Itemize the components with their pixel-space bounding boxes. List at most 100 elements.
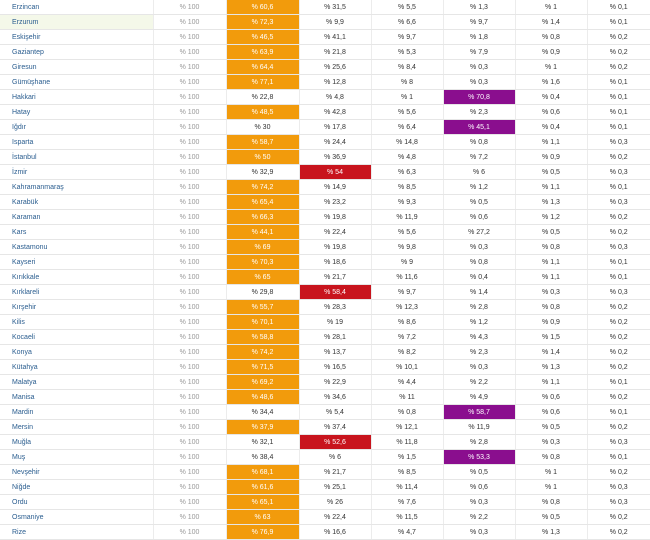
total-percent-cell: % 100 [153,404,227,421]
province-name-cell[interactable]: Kırşehir [0,299,154,316]
total-percent-cell: % 100 [153,464,227,481]
province-name-cell[interactable]: Konya [0,344,154,361]
province-name-cell[interactable]: Malatya [0,374,154,391]
table-row: Manisa% 100% 48,6% 34,6% 11% 4,9% 0,6% 0… [0,389,650,406]
party-4-percent-cell: % 7,9 [443,44,516,61]
party-6-percent-cell: % 0,1 [587,74,650,91]
party-3-percent-cell: % 5,3 [371,44,444,61]
party-6-percent-cell: % 0,1 [587,449,650,466]
province-name-cell[interactable]: Kocaeli [0,329,154,346]
total-percent-cell: % 100 [153,59,227,76]
party-6-percent-cell: % 0,3 [587,284,650,301]
party-3-percent-cell: % 6,4 [371,119,444,136]
party-6-percent-cell: % 0,2 [587,29,650,46]
party-2-percent-cell: % 25,6 [299,59,372,76]
party-3-percent-cell: % 9 [371,254,444,271]
total-percent-cell: % 100 [153,194,227,211]
province-name-cell[interactable]: Nevşehir [0,464,154,481]
province-name-cell[interactable]: Osmaniye [0,509,154,526]
province-name-cell[interactable]: Kastamonu [0,239,154,256]
province-name-cell[interactable]: Isparta [0,134,154,151]
total-percent-cell: % 100 [153,434,227,451]
party-4-percent-cell: % 1,2 [443,314,516,331]
party-4-percent-cell: % 4,3 [443,329,516,346]
party-6-percent-cell: % 0,3 [587,434,650,451]
party-4-percent-cell: % 0,3 [443,359,516,376]
total-percent-cell: % 100 [153,104,227,121]
party-5-percent-cell: % 0,9 [515,149,588,166]
party-2-percent-cell: % 4,8 [299,89,372,106]
province-name-cell[interactable]: Gaziantep [0,44,154,61]
party-3-percent-cell: % 9,8 [371,239,444,256]
party-6-percent-cell: % 0,2 [587,59,650,76]
party-2-percent-cell: % 9,9 [299,14,372,31]
party-5-percent-cell: % 1,2 [515,209,588,226]
party-3-percent-cell: % 9,3 [371,194,444,211]
table-row: Konya% 100% 74,2% 13,7% 8,2% 2,3% 1,4% 0… [0,344,650,361]
party-4-percent-cell: % 0,3 [443,239,516,256]
party-4-percent-cell: % 0,8 [443,134,516,151]
party-2-percent-cell: % 16,6 [299,524,372,540]
province-name-cell[interactable]: Manisa [0,389,154,406]
province-name-cell[interactable]: Erzincan [0,0,154,16]
party-1-percent-cell: % 71,5 [226,359,300,376]
party-1-percent-cell: % 65,4 [226,194,300,211]
table-row: Karabük% 100% 65,4% 23,2% 9,3% 0,5% 1,3%… [0,194,650,211]
party-4-percent-cell: % 2,8 [443,434,516,451]
province-name-cell[interactable]: Muş [0,449,154,466]
province-name-cell[interactable]: Hakkari [0,89,154,106]
total-percent-cell: % 100 [153,344,227,361]
party-6-percent-cell: % 0,3 [587,494,650,511]
party-5-percent-cell: % 0,5 [515,509,588,526]
province-name-cell[interactable]: Kırıkkale [0,269,154,286]
party-3-percent-cell: % 4,4 [371,374,444,391]
party-3-percent-cell: % 11,4 [371,479,444,496]
table-row: Osmaniye% 100% 63% 22,4% 11,5% 2,2% 0,5%… [0,509,650,526]
party-1-percent-cell: % 29,8 [226,284,300,301]
total-percent-cell: % 100 [153,524,227,540]
total-percent-cell: % 100 [153,89,227,106]
table-row: Mardin% 100% 34,4% 5,4% 0,8% 58,7% 0,6% … [0,404,650,421]
province-name-cell[interactable]: Kahramanmaraş [0,179,154,196]
party-2-percent-cell: % 23,2 [299,194,372,211]
province-name-cell[interactable]: Niğde [0,479,154,496]
party-2-percent-cell: % 24,4 [299,134,372,151]
province-name-cell[interactable]: Kars [0,224,154,241]
party-4-percent-cell: % 45,1 [443,119,516,136]
party-2-percent-cell: % 12,8 [299,74,372,91]
table-row: Hatay% 100% 48,5% 42,8% 5,6% 2,3% 0,6% 0… [0,104,650,121]
province-name-cell[interactable]: Rize [0,524,154,540]
total-percent-cell: % 100 [153,284,227,301]
province-name-cell[interactable]: Mersin [0,419,154,436]
party-1-percent-cell: % 77,1 [226,74,300,91]
province-name-cell[interactable]: Karaman [0,209,154,226]
province-name-cell[interactable]: Muğla [0,434,154,451]
province-name-cell[interactable]: İstanbul [0,149,154,166]
province-name-cell[interactable]: Iğdır [0,119,154,136]
party-2-percent-cell: % 19,8 [299,209,372,226]
province-name-cell[interactable]: Eskişehir [0,29,154,46]
party-6-percent-cell: % 0,1 [587,179,650,196]
province-name-cell[interactable]: Karabük [0,194,154,211]
province-name-cell[interactable]: Kayseri [0,254,154,271]
party-1-percent-cell: % 50 [226,149,300,166]
province-name-cell[interactable]: Giresun [0,59,154,76]
party-2-percent-cell: % 17,8 [299,119,372,136]
table-row: Giresun% 100% 64,4% 25,6% 8,4% 0,3% 1% 0… [0,59,650,76]
party-2-percent-cell: % 36,9 [299,149,372,166]
party-6-percent-cell: % 0,3 [587,164,650,181]
province-name-cell[interactable]: Gümüşhane [0,74,154,91]
province-name-cell[interactable]: Kilis [0,314,154,331]
province-name-cell[interactable]: Ordu [0,494,154,511]
party-2-percent-cell: % 34,6 [299,389,372,406]
party-5-percent-cell: % 0,8 [515,29,588,46]
province-name-cell[interactable]: İzmir [0,164,154,181]
province-name-cell[interactable]: Kütahya [0,359,154,376]
total-percent-cell: % 100 [153,14,227,31]
province-name-cell[interactable]: Kırklareli [0,284,154,301]
province-name-cell[interactable]: Mardin [0,404,154,421]
table-row: Kayseri% 100% 70,3% 18,6% 9% 0,8% 1,1% 0… [0,254,650,271]
province-name-cell[interactable]: Hatay [0,104,154,121]
province-name-cell[interactable]: Erzurum [0,14,154,31]
total-percent-cell: % 100 [153,74,227,91]
